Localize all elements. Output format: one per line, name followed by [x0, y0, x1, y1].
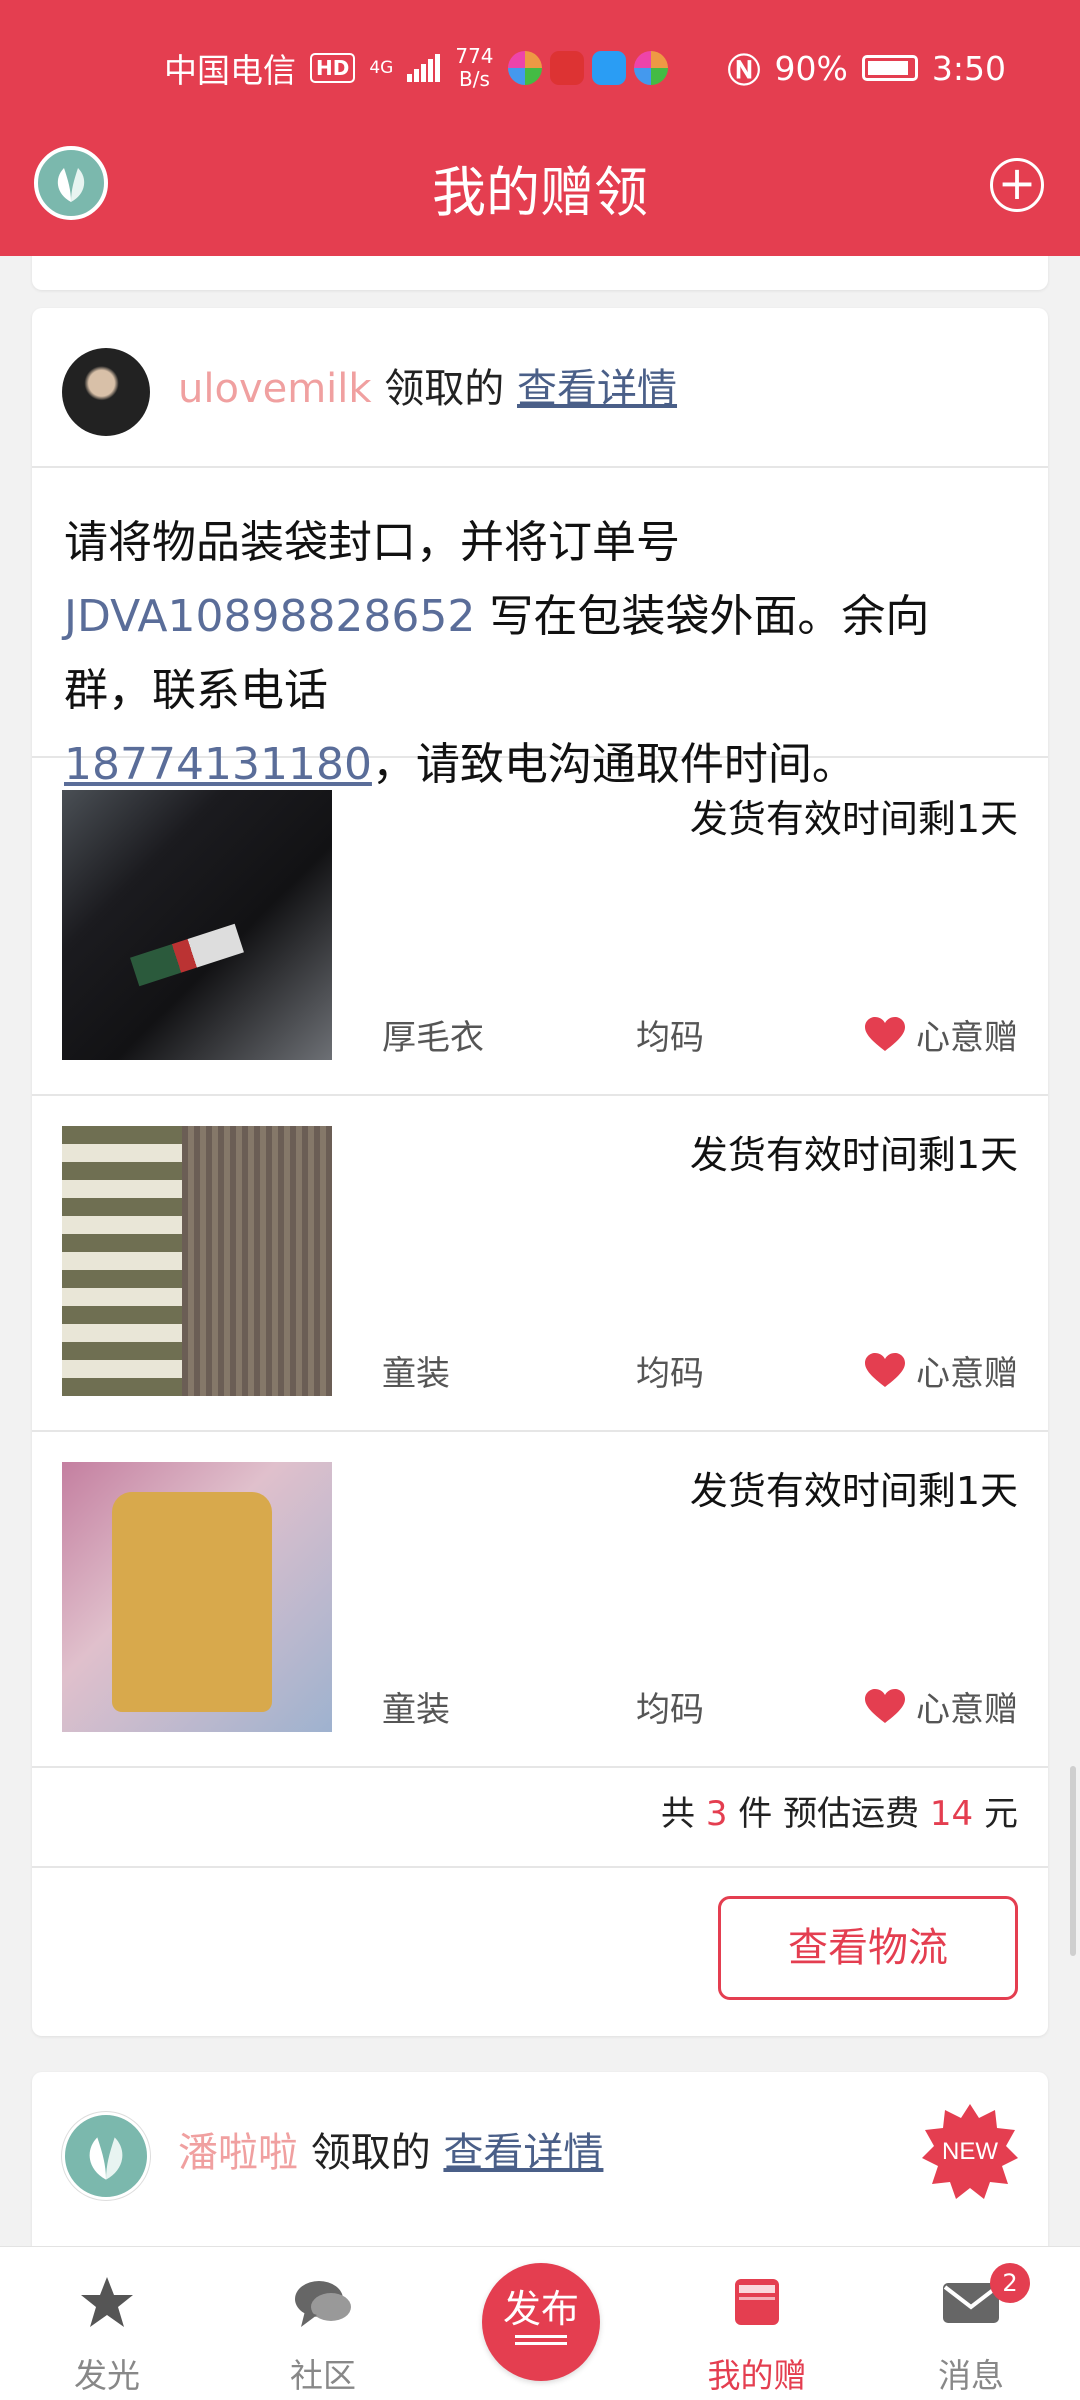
bottom-tab-bar: 发光 社区 发布 我的赠领 2 消息 [0, 2246, 1080, 2400]
order-header: ulovemilk 领取的 查看详情 [32, 308, 1048, 468]
add-button[interactable]: + [990, 158, 1044, 212]
order-list[interactable]: ulovemilk 领取的 查看详情 请将物品装袋封口，并将订单号 JDVA10… [0, 256, 1080, 2246]
battery-icon [861, 55, 918, 81]
leaf-icon [89, 2137, 123, 2180]
item-count: 3 [705, 1794, 728, 1834]
top-nav: 我的赠领 + [0, 138, 1080, 256]
shipping-fee: 14 [929, 1794, 974, 1834]
previous-order-card [32, 256, 1048, 290]
instruction-text: 请将物品装袋封口，并将订单号 [64, 517, 680, 568]
network-label: 4G [369, 58, 394, 78]
item-tag: 心意赠 [864, 1682, 1018, 1731]
item-tag: 心意赠 [864, 1346, 1018, 1395]
fee-unit: 元 [984, 1794, 1018, 1834]
publish-icon [515, 2335, 567, 2345]
item-thumbnail[interactable] [62, 1126, 332, 1396]
order-number: JDVA10898828652 [64, 591, 476, 642]
net-speed-value: 774 [455, 44, 494, 68]
item-size: 均码 [636, 1690, 704, 1730]
net-speed-unit: B/s [458, 67, 490, 91]
status-bar: 中国电信 HD 4G 774 B/s Ⓝ 90% 3:50 [0, 0, 1080, 138]
app-notification-icon [549, 51, 584, 85]
hd-icon: HD [310, 53, 356, 83]
tab-my-gifts[interactable]: 我的赠领 [692, 2271, 822, 2400]
item-name: 童装 [382, 1354, 450, 1394]
item-tag-label: 心意赠 [916, 1354, 1018, 1394]
item-name: 童装 [382, 1690, 450, 1730]
status-left: 中国电信 HD 4G 774 B/s [164, 44, 668, 92]
message-count-badge: 2 [990, 2263, 1030, 2303]
item-thumbnail[interactable] [62, 1462, 332, 1732]
new-badge-label: NEW [942, 2138, 998, 2165]
order-header-text: 潘啦啦 领取的 查看详情 [178, 2120, 603, 2178]
tab-label: 我的赠领 [707, 2356, 807, 2395]
item-thumbnail[interactable] [62, 790, 332, 1060]
net-speed: 774 B/s [455, 45, 493, 91]
username[interactable]: ulovemilk [178, 366, 372, 412]
tab-community[interactable]: 社区 [258, 2271, 388, 2397]
shipping-instructions: 请将物品装袋封口，并将订单号 JDVA10898828652 写在包装袋外面。余… [32, 470, 1048, 790]
username[interactable]: 潘啦啦 [178, 2130, 298, 2176]
item-tag: 心意赠 [864, 1010, 1018, 1059]
tab-messages[interactable]: 2 消息 [906, 2263, 1036, 2397]
list-item[interactable]: 发货有效时间剩1天 童装 均码 心意赠 [32, 1432, 1048, 1768]
view-detail-link[interactable]: 查看详情 [517, 366, 677, 412]
summary-count-unit: 件 预估运费 [738, 1794, 920, 1834]
publish-button[interactable]: 发布 [482, 2263, 600, 2381]
ship-deadline: 发货有效时间剩1天 [689, 797, 1018, 841]
received-label: 领取的 [384, 366, 505, 412]
view-detail-link[interactable]: 查看详情 [443, 2130, 603, 2176]
battery-percent: 90% [774, 48, 848, 88]
search-app-icon [591, 51, 626, 85]
signal-icon [407, 54, 441, 82]
page-title: 我的赠领 [432, 161, 648, 224]
list-item[interactable]: 发货有效时间剩1天 童装 均码 心意赠 [32, 1096, 1048, 1432]
order-header-text: ulovemilk 领取的 查看详情 [178, 356, 677, 414]
notification-icons [507, 51, 668, 85]
status-right: Ⓝ 90% 3:50 [728, 44, 1006, 92]
clock: 3:50 [931, 48, 1006, 88]
next-order-card: 潘啦啦 领取的 查看详情 NEW [32, 2072, 1048, 2246]
summary-text: 共 3 件 预估运费 14 元 [661, 1786, 1018, 1835]
ship-deadline: 发货有效时间剩1天 [689, 1133, 1018, 1177]
item-size: 均码 [636, 1018, 704, 1058]
plus-circle-icon: + [997, 156, 1037, 210]
nfc-icon: Ⓝ [727, 51, 761, 90]
avatar[interactable] [62, 348, 150, 436]
received-label: 领取的 [310, 2130, 431, 2176]
tab-label: 消息 [938, 2356, 1004, 2395]
order-card: ulovemilk 领取的 查看详情 请将物品装袋封口，并将订单号 JDVA10… [32, 308, 1048, 2036]
list-item[interactable]: 发货有效时间剩1天 厚毛衣 均码 心意赠 [32, 760, 1048, 1096]
ship-deadline: 发货有效时间剩1天 [689, 1469, 1018, 1513]
tab-label: 社区 [290, 2356, 356, 2395]
carrier-label: 中国电信 [164, 51, 296, 90]
scrollbar[interactable] [1070, 1766, 1076, 1956]
item-tag-label: 心意赠 [916, 1690, 1018, 1730]
view-logistics-button[interactable]: 查看物流 [718, 1896, 1018, 2000]
app-notification-icon [633, 51, 668, 85]
app-notification-icon [507, 51, 542, 85]
item-tag-label: 心意赠 [916, 1018, 1018, 1058]
new-badge-icon: NEW [922, 2104, 1018, 2199]
item-name: 厚毛衣 [382, 1018, 484, 1058]
publish-label: 发布 [502, 2287, 579, 2331]
heart-icon [865, 1016, 905, 1051]
gift-box-icon [735, 2279, 779, 2325]
tab-label: 发光 [74, 2356, 140, 2395]
star-icon [81, 2277, 133, 2327]
order-summary: 共 3 件 预估运费 14 元 [32, 1748, 1048, 1868]
chat-bubbles-icon [295, 2281, 351, 2327]
summary-prefix: 共 [661, 1794, 696, 1834]
heart-icon [865, 1688, 905, 1723]
avatar[interactable] [62, 2112, 150, 2200]
tab-faguang[interactable]: 发光 [42, 2271, 172, 2397]
heart-icon [865, 1352, 905, 1387]
item-size: 均码 [636, 1354, 704, 1394]
